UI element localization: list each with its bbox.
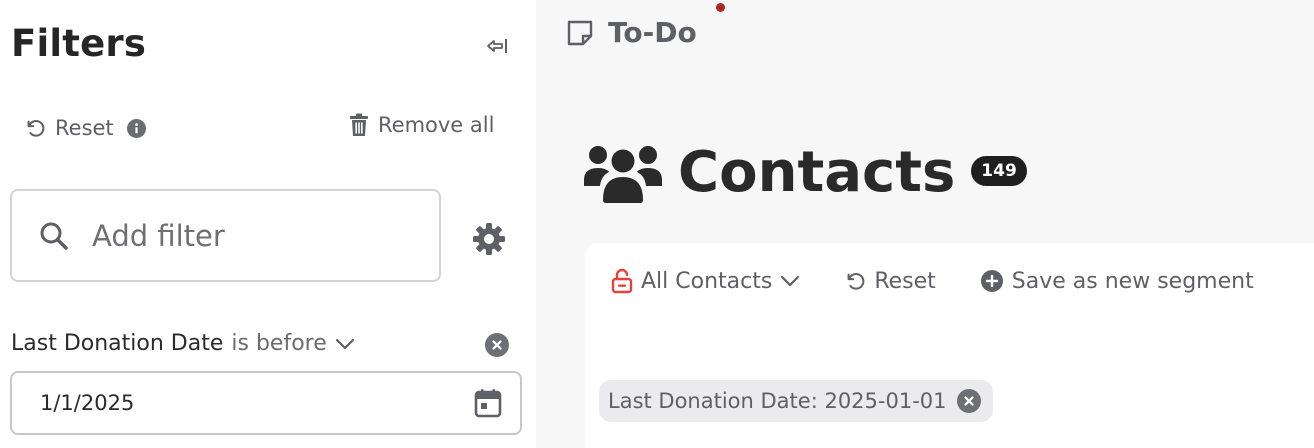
active-filter-label: Last Donation Date: 2025-01-01: [608, 389, 947, 413]
info-icon[interactable]: [126, 118, 146, 138]
undo-icon: [847, 273, 865, 290]
contacts-toolbar: All Contacts Reset Save as new segment: [611, 268, 1254, 294]
contacts-header: Contacts 149: [584, 140, 1027, 205]
filters-panel: Filters Reset Remove all Add filter Last…: [0, 0, 536, 448]
filter-condition-row: Last Donation Date is before: [11, 331, 355, 356]
segment-dropdown[interactable]: All Contacts: [611, 268, 800, 294]
gear-icon: [473, 223, 505, 255]
remove-all-label: Remove all: [378, 113, 495, 137]
todo-button[interactable]: To-Do: [565, 16, 697, 49]
contacts-reset-button[interactable]: Reset: [844, 268, 936, 294]
filters-title: Filters: [11, 22, 147, 65]
add-filter-input[interactable]: Add filter: [10, 189, 441, 282]
chevron-down-icon: [781, 275, 800, 287]
close-icon: [963, 396, 974, 406]
condition-field-label: Last Donation Date: [11, 331, 224, 356]
close-icon: [492, 340, 502, 350]
chevron-down-icon: [335, 338, 354, 349]
users-icon: [584, 145, 662, 203]
contacts-reset-label: Reset: [874, 268, 936, 294]
remove-all-button[interactable]: Remove all: [348, 113, 494, 137]
save-segment-button[interactable]: Save as new segment: [980, 269, 1254, 294]
trash-icon: [350, 113, 368, 136]
filters-reset-button[interactable]: Reset: [24, 116, 146, 140]
condition-operator-dropdown[interactable]: is before: [231, 331, 354, 356]
condition-date-input[interactable]: 1/1/2025: [10, 371, 522, 435]
note-icon: [567, 20, 593, 45]
filters-reset-label: Reset: [55, 116, 114, 140]
search-icon: [40, 222, 68, 250]
active-filter-chip: Last Donation Date: 2025-01-01: [599, 380, 993, 422]
unlock-icon: [611, 268, 633, 294]
add-filter-placeholder: Add filter: [92, 218, 225, 253]
plus-circle-icon: [980, 270, 1003, 292]
segment-label: All Contacts: [641, 268, 773, 294]
condition-date-value: 1/1/2025: [40, 391, 135, 415]
remove-condition-button[interactable]: [485, 333, 509, 357]
collapse-left-icon: [487, 39, 507, 53]
remove-active-filter-button[interactable]: [956, 389, 981, 413]
save-segment-label: Save as new segment: [1011, 268, 1254, 294]
notification-dot: [716, 3, 725, 12]
undo-icon: [27, 120, 45, 137]
contacts-count-badge: 149: [971, 155, 1027, 186]
filter-settings-button[interactable]: [470, 220, 508, 258]
collapse-panel-button[interactable]: [484, 34, 510, 58]
page-title: Contacts: [678, 140, 956, 205]
condition-operator-label: is before: [231, 331, 327, 356]
calendar-icon[interactable]: [474, 388, 502, 418]
todo-label: To-Do: [608, 16, 697, 49]
